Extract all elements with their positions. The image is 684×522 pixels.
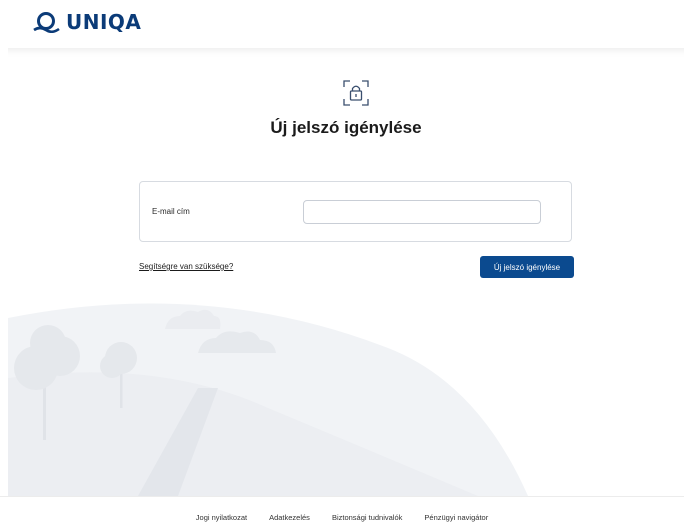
request-new-password-button[interactable]: Új jelszó igénylése bbox=[480, 256, 574, 278]
page-title: Új jelszó igénylése bbox=[270, 118, 422, 137]
uniqa-logo-icon bbox=[33, 12, 60, 33]
lock-icon bbox=[343, 80, 369, 106]
landscape-illustration bbox=[8, 303, 528, 496]
uniqa-logo[interactable]: UNIQA bbox=[32, 10, 141, 34]
email-label: E-mail cím bbox=[152, 207, 190, 216]
help-link[interactable]: Segítségre van szüksége? bbox=[139, 262, 233, 271]
main-panel: Új jelszó igénylése E-mail cím Segítségr… bbox=[8, 48, 684, 496]
email-input[interactable] bbox=[303, 200, 541, 224]
header: UNIQA bbox=[0, 0, 684, 48]
brand-name: UNIQA bbox=[66, 10, 142, 34]
email-form-box: E-mail cím bbox=[139, 181, 572, 242]
footer: Jogi nyilatkozat Adatkezelés Biztonsági … bbox=[0, 496, 684, 522]
